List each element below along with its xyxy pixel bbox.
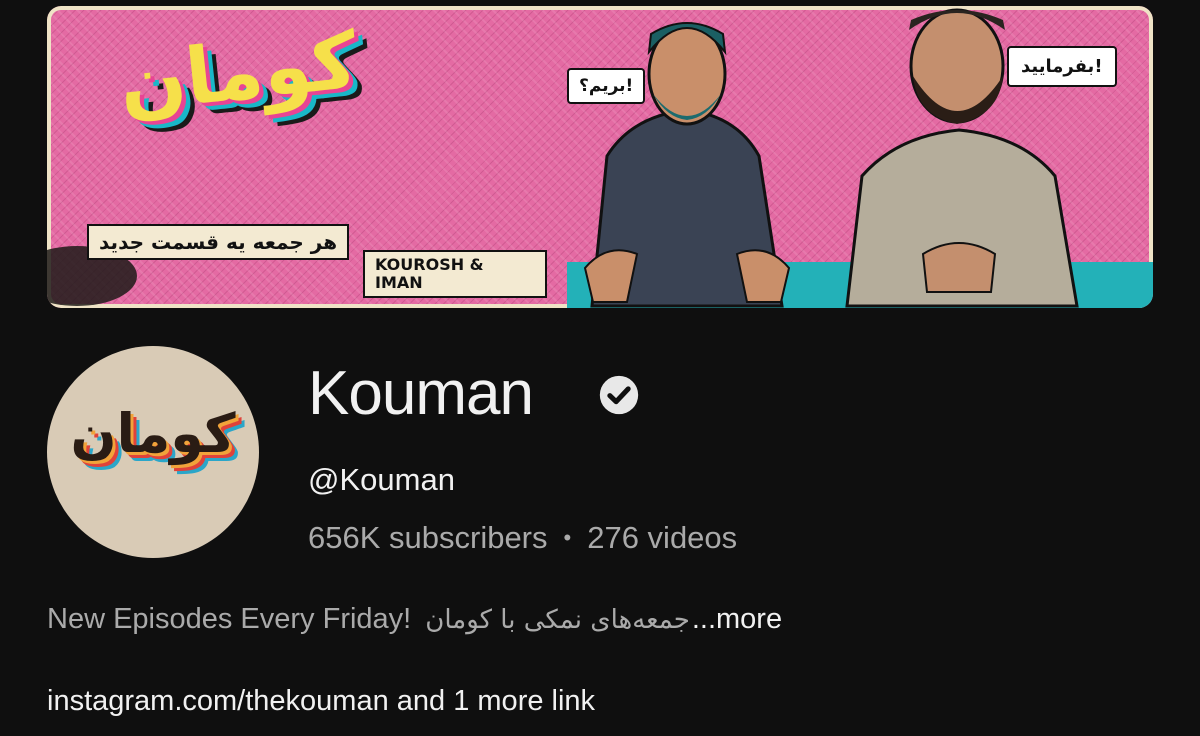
banner-host-names: KOUROSH & IMAN: [363, 250, 547, 298]
description-text-fa: جمعه‌های نمکی با کومان: [425, 604, 690, 635]
subscriber-count: 656K subscribers: [308, 520, 548, 555]
channel-title: Kouman: [308, 359, 534, 428]
speech-bubble-left: بریم؟!: [567, 68, 646, 104]
more-links-button[interactable]: and 1 more link: [389, 685, 595, 717]
description-more-button[interactable]: ...more: [692, 603, 782, 636]
instagram-link[interactable]: instagram.com/thekouman: [47, 685, 389, 717]
channel-description[interactable]: New Episodes Every Friday! جمعه‌های نمکی…: [47, 603, 782, 636]
video-count: 276 videos: [587, 520, 738, 555]
banner-tagline: هر جمعه یه قسمت جدید: [87, 224, 350, 260]
avatar-logo: کومان: [70, 402, 236, 465]
description-text-en: New Episodes Every Friday!: [47, 603, 412, 635]
stats-separator: •: [563, 525, 572, 550]
channel-avatar[interactable]: کومان: [47, 346, 259, 558]
verified-check-icon: [599, 375, 639, 415]
channel-stats: 656K subscribers • 276 videos: [308, 520, 737, 556]
channel-handle: @Kouman: [308, 462, 455, 497]
banner-person-kourosh: [583, 22, 791, 308]
channel-banner: کومان هر جمعه یه قسمت جدید KOUROSH & IMA…: [47, 6, 1153, 308]
channel-links[interactable]: instagram.com/thekouman and 1 more link: [47, 685, 595, 718]
speech-bubble-right: بفرمایید!: [1007, 46, 1117, 87]
